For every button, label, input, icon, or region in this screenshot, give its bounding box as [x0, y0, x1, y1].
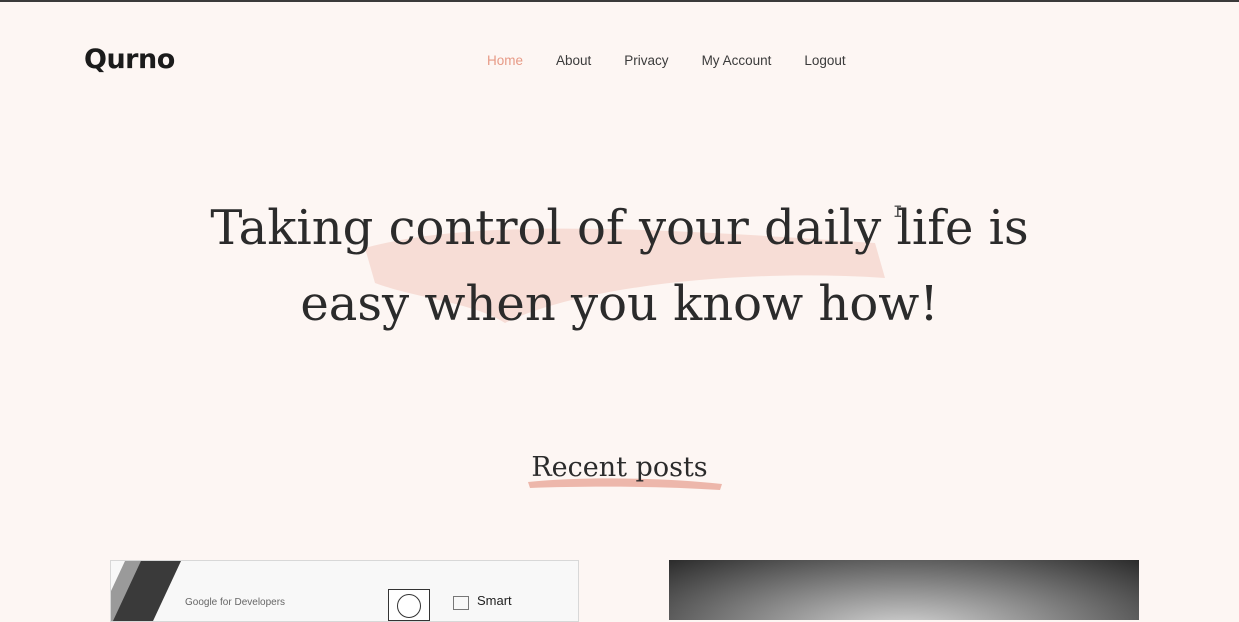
hero-title-line-2: easy when you know how!	[300, 276, 939, 332]
post-image-brand-text: Google for Developers	[185, 597, 286, 608]
nav-home[interactable]: Home	[487, 53, 523, 68]
hero-title-line-1: Taking control of your daily life is	[210, 200, 1029, 256]
post-card-2[interactable]	[669, 560, 1139, 620]
recent-posts-section: Recent posts	[0, 452, 1239, 483]
hero-section: Taking control of your daily life is eas…	[0, 190, 1239, 342]
recent-posts-title: Recent posts	[531, 452, 708, 483]
nav-my-account[interactable]: My Account	[702, 53, 772, 68]
site-logo[interactable]: Qurno	[84, 44, 175, 75]
site-header: Qurno Home About Privacy My Account Logo…	[0, 0, 1239, 110]
text-cursor-icon: I	[893, 202, 903, 221]
main-nav: Home About Privacy My Account Logout	[487, 53, 879, 68]
post-image-tag-text: Smart	[477, 593, 512, 608]
seal-icon	[388, 589, 430, 621]
nav-about[interactable]: About	[556, 53, 591, 68]
nav-logout[interactable]: Logout	[804, 53, 845, 68]
nav-privacy[interactable]: Privacy	[624, 53, 668, 68]
hero-title: Taking control of your daily life is eas…	[190, 190, 1050, 342]
post-card-1[interactable]: Google for Developers Smart	[110, 560, 579, 622]
device-icon	[453, 596, 469, 610]
